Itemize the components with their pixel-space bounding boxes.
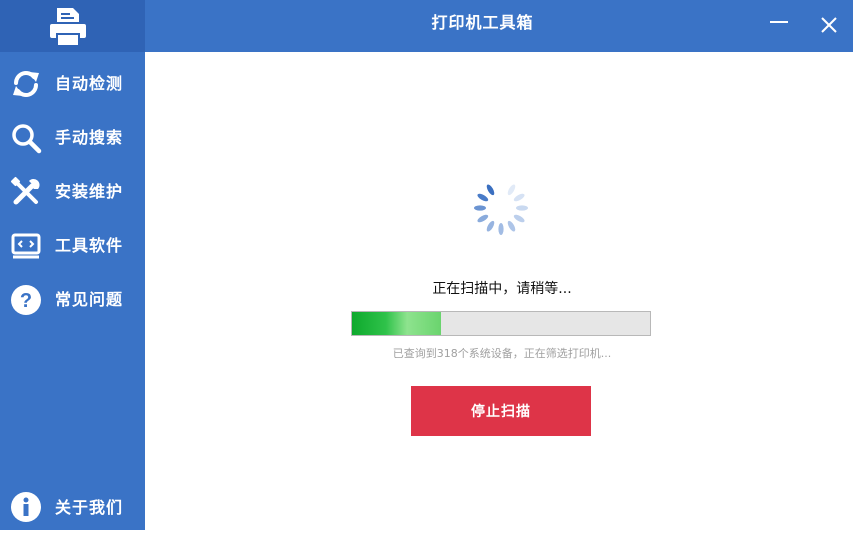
sidebar-item-label: 工具软件 [55,236,124,255]
minimize-button[interactable] [764,8,794,38]
tools-icon [10,176,40,205]
close-button[interactable] [815,8,845,38]
stop-scan-button[interactable]: 停止扫描 [411,386,591,436]
question-icon: ? [11,285,41,315]
sidebar-item-label: 安装维护 [55,182,124,201]
svg-text:?: ? [20,290,32,312]
sidebar-item-tool-software[interactable]: 工具软件 [0,220,145,272]
code-monitor-icon [11,233,41,259]
sidebar: 自动检测 手动搜索 安装维护 工具软件 ? 常见问题 关于我们 [0,0,145,530]
sidebar-item-label: 自动检测 [55,74,124,93]
minimize-icon [770,21,788,23]
scan-detail-text: 已查询到318个系统设备，正在筛选打印机... [392,347,612,360]
sidebar-item-auto-detect[interactable]: 自动检测 [0,58,145,110]
scan-status-text: 正在扫描中，请稍等... [432,281,572,297]
sidebar-item-manual-search[interactable]: 手动搜索 [0,112,145,164]
scan-progress-bar [351,311,651,336]
refresh-icon [13,71,39,97]
sidebar-item-label: 手动搜索 [55,128,124,147]
app-logo [0,0,145,52]
window-title: 打印机工具箱 [431,13,534,32]
sidebar-item-about[interactable]: 关于我们 [0,482,145,530]
loading-spinner-icon [474,184,528,235]
close-icon [821,17,837,33]
info-icon [11,492,41,522]
title-bar: 打印机工具箱 [145,0,853,52]
sidebar-item-label: 关于我们 [55,498,124,517]
sidebar-item-label: 常见问题 [55,290,124,309]
scan-progress-fill [352,312,442,335]
sidebar-item-faq[interactable]: ? 常见问题 [0,274,145,326]
printer-icon [50,8,86,46]
search-icon [12,124,42,154]
sidebar-item-install-maintain[interactable]: 安装维护 [0,166,145,218]
